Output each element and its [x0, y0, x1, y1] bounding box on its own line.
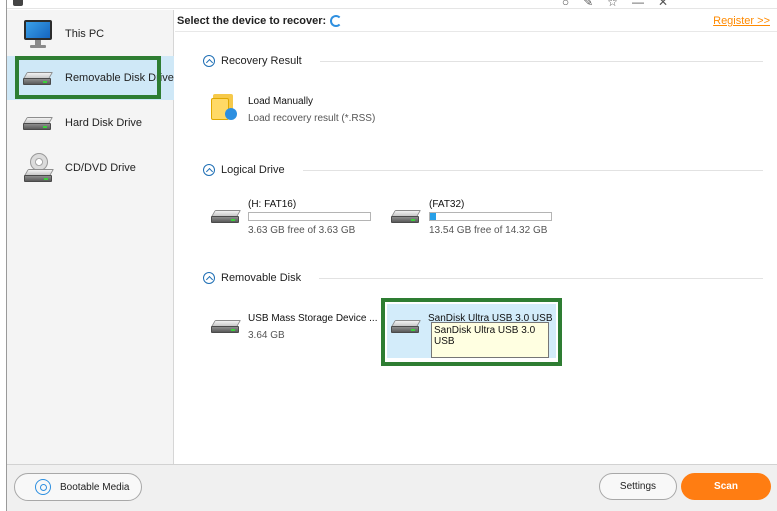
- sidebar-highlight-box: [15, 56, 161, 99]
- sidebar-item-label: This PC: [65, 28, 105, 40]
- close-icon[interactable]: ✕: [658, 0, 668, 8]
- app-logo-icon: [13, 0, 23, 6]
- collapse-chevron-icon[interactable]: [203, 164, 215, 176]
- section-divider: [319, 277, 763, 279]
- monitor-icon: [21, 19, 55, 49]
- disk-size: 3.64 GB: [248, 330, 285, 341]
- feedback-icon[interactable]: ✎: [583, 0, 593, 8]
- device-select-header: Select the device to recover: Register >…: [175, 10, 777, 32]
- section-recovery-result[interactable]: Recovery Result: [203, 55, 763, 67]
- drive-name[interactable]: (H: FAT16): [248, 199, 296, 210]
- footer-bar: Bootable Media Settings Scan: [7, 464, 777, 511]
- sidebar-item-hard-disk-drive[interactable]: Hard Disk Drive: [7, 101, 174, 145]
- bootable-media-label: Bootable Media: [60, 481, 130, 493]
- usb-drive-icon[interactable]: [390, 320, 422, 333]
- drive-free-space: 13.54 GB free of 14.32 GB: [429, 225, 548, 236]
- collapse-chevron-icon[interactable]: [203, 272, 215, 284]
- sidebar-item-this-pc[interactable]: This PC: [7, 12, 174, 56]
- section-label: Logical Drive: [221, 164, 285, 176]
- drive-icon[interactable]: [390, 210, 422, 223]
- settings-button[interactable]: Settings: [599, 473, 677, 500]
- app-window: ○ ✎ ☆ — ✕ This PC Removable Disk Drive H…: [6, 0, 777, 511]
- disc-icon: [35, 479, 51, 495]
- upgrade-icon[interactable]: ☆: [607, 0, 618, 8]
- sidebar-item-label: CD/DVD Drive: [65, 162, 136, 174]
- folder-icon[interactable]: [211, 92, 239, 122]
- section-label: Recovery Result: [221, 55, 302, 67]
- load-manually-subtitle: Load recovery result (*.RSS): [248, 113, 376, 124]
- section-divider: [319, 60, 763, 62]
- usb-drive-icon[interactable]: [210, 320, 242, 333]
- load-manually-title[interactable]: Load Manually: [248, 96, 313, 107]
- drive-usage-bar: [248, 212, 371, 221]
- minimize-icon[interactable]: —: [632, 0, 644, 8]
- title-bar: ○ ✎ ☆ — ✕: [7, 0, 777, 9]
- drive-free-space: 3.63 GB free of 3.63 GB: [248, 225, 356, 236]
- refresh-icon[interactable]: [330, 14, 343, 27]
- section-removable-disk[interactable]: Removable Disk: [203, 272, 763, 284]
- main-panel: Select the device to recover: Register >…: [175, 10, 777, 464]
- sidebar-item-label: Hard Disk Drive: [65, 117, 143, 129]
- bootable-media-button[interactable]: Bootable Media: [14, 473, 142, 501]
- drive-name[interactable]: (FAT32): [429, 199, 464, 210]
- drive-usage-bar: [429, 212, 552, 221]
- cd-dvd-icon: [21, 153, 55, 183]
- section-label: Removable Disk: [221, 272, 302, 284]
- hard-drive-icon: [21, 108, 55, 138]
- register-link[interactable]: Register >>: [713, 15, 770, 27]
- sidebar-item-cd-dvd-drive[interactable]: CD/DVD Drive: [7, 146, 174, 190]
- help-icon[interactable]: ○: [562, 0, 569, 8]
- section-logical-drive[interactable]: Logical Drive: [203, 164, 763, 176]
- section-divider: [302, 169, 763, 171]
- scan-button[interactable]: Scan: [681, 473, 771, 500]
- page-title: Select the device to recover:: [177, 14, 327, 27]
- title-bar-icons: ○ ✎ ☆ — ✕: [562, 0, 668, 8]
- disk-name[interactable]: USB Mass Storage Device ...: [248, 313, 378, 324]
- disk-tooltip: SanDisk Ultra USB 3.0 USB: [431, 322, 549, 358]
- collapse-chevron-icon[interactable]: [203, 55, 215, 67]
- drive-icon[interactable]: [210, 210, 242, 223]
